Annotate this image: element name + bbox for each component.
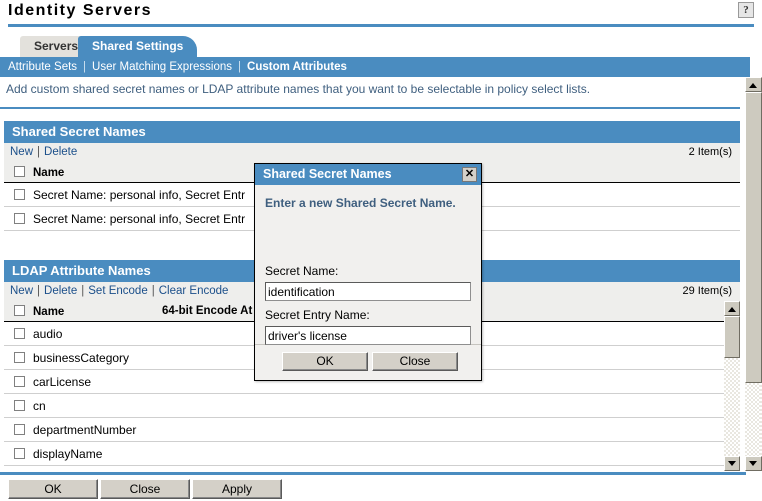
table-row[interactable]: displayName <box>4 442 724 466</box>
ldap-new-link[interactable]: New <box>4 285 37 297</box>
ldap-clear-encode-link[interactable]: Clear Encode <box>155 285 233 297</box>
shared-secret-names-dialog: Shared Secret Names ✕ Enter a new Shared… <box>254 163 482 381</box>
subnav-item-attribute-sets[interactable]: Attribute Sets <box>0 61 83 73</box>
shared-secret-row-name: Secret Name: personal info, Secret Entr <box>33 188 246 202</box>
secret-entry-name-input[interactable] <box>265 326 471 345</box>
chevron-up-icon <box>749 83 757 88</box>
ldap-row-name: departmentNumber <box>33 423 137 437</box>
subnav-item-user-matching-expressions[interactable]: User Matching Expressions <box>86 61 238 73</box>
page-scrollbar-track[interactable] <box>745 383 761 456</box>
dialog-ok-button[interactable]: OK <box>282 352 368 371</box>
ldap-row-name: cn <box>33 399 46 413</box>
row-checkbox[interactable] <box>14 400 25 412</box>
row-checkbox[interactable] <box>14 424 25 436</box>
subnav-item-custom-attributes[interactable]: Custom Attributes <box>241 61 353 73</box>
ldap-delete-link[interactable]: Delete <box>40 285 81 297</box>
ldap-scroll-down-button[interactable] <box>724 456 740 471</box>
secret-entry-name-label: Secret Entry Name: <box>265 308 370 322</box>
dialog-title-bar[interactable]: Shared Secret Names ✕ <box>255 164 481 185</box>
intro-divider <box>0 107 740 109</box>
ldap-row-name: carLicense <box>33 375 92 389</box>
row-checkbox[interactable] <box>14 189 25 201</box>
help-icon[interactable]: ? <box>738 2 754 18</box>
title-divider <box>8 24 754 27</box>
row-checkbox[interactable] <box>14 376 25 388</box>
row-checkbox[interactable] <box>14 328 25 340</box>
tab-bar: Servers Shared Settings <box>0 34 762 57</box>
tab-shared-settings[interactable]: Shared Settings <box>78 36 198 57</box>
ldap-scrollbar-track[interactable] <box>724 358 740 456</box>
page-scrollbar[interactable] <box>745 77 762 471</box>
page-scroll-down-button[interactable] <box>745 456 762 471</box>
shared-secret-delete-link[interactable]: Delete <box>40 146 81 158</box>
shared-secret-new-link[interactable]: New <box>4 146 37 158</box>
ldap-row-name: businessCategory <box>33 351 130 365</box>
row-checkbox[interactable] <box>14 448 25 460</box>
intro-text: Add custom shared secret names or LDAP a… <box>6 82 591 96</box>
sub-navigation: Attribute Sets | User Matching Expressions… <box>0 57 750 77</box>
application-window: Identity Servers ? Servers Shared Settin… <box>0 0 762 501</box>
secret-name-input[interactable] <box>265 282 471 301</box>
row-checkbox[interactable] <box>14 352 25 364</box>
ldap-scrollbar-thumb[interactable] <box>724 316 740 358</box>
select-all-checkbox-ldap[interactable] <box>14 305 25 317</box>
page-header: Identity Servers ? <box>0 0 762 28</box>
page-scrollbar-thumb[interactable] <box>745 92 762 383</box>
dialog-title: Shared Secret Names <box>263 167 392 181</box>
dialog-instruction: Enter a new Shared Secret Name. <box>265 196 456 210</box>
shared-secret-toolbar: New | Delete 2 Item(s) <box>4 143 740 162</box>
ldap-scroll-up-button[interactable] <box>724 301 740 316</box>
chevron-up-icon <box>728 307 736 312</box>
close-icon[interactable]: ✕ <box>462 167 477 182</box>
dialog-body: Enter a new Shared Secret Name. Secret N… <box>255 185 481 345</box>
column-header-name: Name <box>33 306 65 318</box>
close-button[interactable]: Close <box>100 479 190 499</box>
footer-divider <box>0 472 746 475</box>
column-header-name: Name <box>33 167 65 179</box>
row-checkbox[interactable] <box>14 213 25 225</box>
ldap-list-scrollbar[interactable] <box>724 301 740 471</box>
ldap-item-count: 29 Item(s) <box>682 285 732 297</box>
ok-button[interactable]: OK <box>8 479 98 499</box>
ldap-row-name: audio <box>33 327 63 341</box>
select-all-checkbox-shared-secret[interactable] <box>14 166 25 178</box>
page-scroll-up-button[interactable] <box>745 77 762 92</box>
secret-name-label: Secret Name: <box>265 264 339 278</box>
column-header-encode: 64-bit Encode At <box>162 305 253 317</box>
footer-button-bar: OK Close Apply <box>0 479 762 501</box>
chevron-down-icon <box>728 461 736 466</box>
table-row[interactable]: cn <box>4 394 724 418</box>
dialog-footer: OK Close <box>255 345 481 379</box>
ldap-row-name: displayName <box>33 447 103 461</box>
dialog-close-button[interactable]: Close <box>372 352 458 371</box>
ldap-set-encode-link[interactable]: Set Encode <box>84 285 151 297</box>
shared-secret-item-count: 2 Item(s) <box>688 146 732 158</box>
table-row[interactable]: departmentNumber <box>4 418 724 442</box>
page-title: Identity Servers <box>8 2 153 19</box>
shared-secret-section-header: Shared Secret Names <box>4 121 740 143</box>
chevron-down-icon <box>749 461 757 466</box>
apply-button[interactable]: Apply <box>192 479 282 499</box>
shared-secret-row-name: Secret Name: personal info, Secret Entr <box>33 212 246 226</box>
